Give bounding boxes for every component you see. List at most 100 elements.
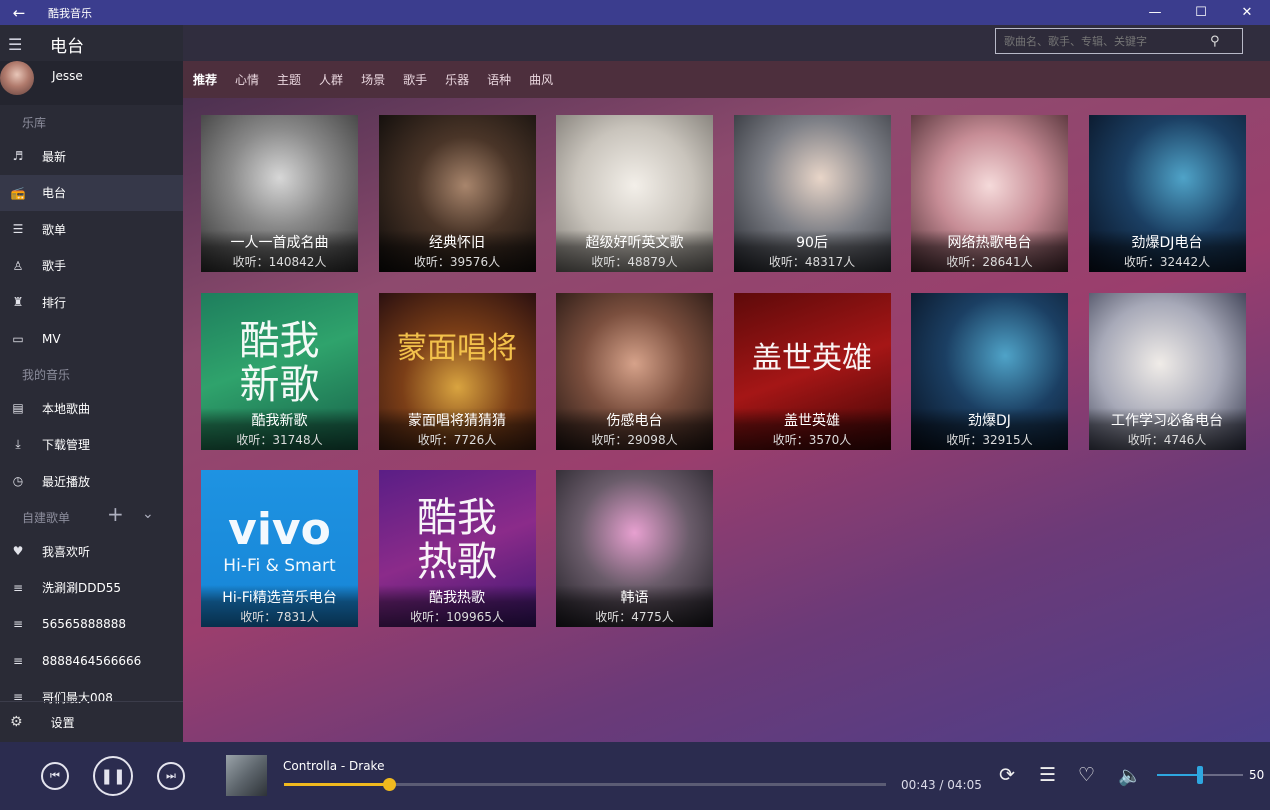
radio-card[interactable]: 工作学习必备电台 收听：4746人: [1088, 292, 1246, 450]
user-profile[interactable]: Jesse: [0, 61, 183, 105]
time-display: 00:43 / 04:05: [901, 778, 982, 792]
radio-card[interactable]: 超级好听英文歌 收听：48879人: [556, 115, 713, 272]
card-listen-count: 收听：140842人: [232, 255, 327, 269]
tab-item[interactable]: 语种: [487, 71, 511, 88]
card-listen-count: 收听：7831人: [240, 610, 319, 624]
sidebar-item[interactable]: ▤ 本地歌曲: [0, 390, 183, 426]
window-controls: — ☐ ✕: [1132, 0, 1270, 25]
volume-slider[interactable]: [1157, 766, 1243, 784]
card-title: 蒙面唱将猜猜猜: [408, 412, 506, 429]
tab-item[interactable]: 心情: [235, 71, 259, 88]
settings-item[interactable]: ⚙ 设置: [0, 701, 183, 742]
card-artwork-subtext: Hi-Fi & Smart: [223, 556, 336, 576]
card-title: 经典怀旧: [429, 235, 485, 251]
queue-icon[interactable]: ☰: [1039, 764, 1056, 786]
volume-icon[interactable]: 🔈: [1118, 764, 1142, 787]
sidebar-item[interactable]: ☰ 歌单: [0, 211, 183, 247]
sidebar-item[interactable]: ⤓ 下载管理: [0, 427, 183, 463]
back-button[interactable]: ←: [0, 0, 38, 25]
heart-icon[interactable]: ♡: [1078, 764, 1095, 786]
card-title: 网络热歌电台: [947, 235, 1032, 251]
app-title: 酷我音乐: [48, 6, 92, 20]
singer-icon: ♙: [12, 258, 24, 273]
card-listen-count: 收听：39576人: [413, 255, 501, 269]
radio-card[interactable]: vivo Hi-Fi & Smart Hi-Fi精选音乐电台 收听：7831人: [201, 470, 358, 627]
sidebar-item-label: 本地歌曲: [42, 401, 91, 416]
tab-item[interactable]: 歌手: [403, 71, 427, 88]
gear-icon: ⚙: [10, 714, 23, 730]
sidebar-item[interactable]: ♙ 歌手: [0, 248, 183, 284]
settings-label: 设置: [50, 715, 75, 730]
radio-card[interactable]: 韩语 收听：4775人: [556, 470, 713, 627]
list-icon: ≡: [12, 617, 24, 632]
sidebar-item[interactable]: ≡ 56565888888: [0, 606, 183, 642]
progress-handle[interactable]: [383, 778, 397, 791]
card-title: 劲爆DJ电台: [1131, 235, 1203, 251]
tab-item[interactable]: 曲风: [529, 71, 553, 88]
minimize-button[interactable]: —: [1132, 0, 1178, 25]
card-listen-count: 收听：7726人: [417, 432, 497, 447]
title-bar: ← 酷我音乐 — ☐ ✕: [0, 0, 1270, 25]
sidebar-item[interactable]: ◷ 最近播放: [0, 463, 183, 499]
progress-bar[interactable]: [284, 778, 886, 791]
sidebar-item[interactable]: ▭ MV: [0, 321, 183, 357]
sidebar-item[interactable]: ♜ 排行: [0, 284, 183, 320]
card-listen-count: 收听：3570人: [772, 432, 852, 447]
card-listen-count: 收听：48879人: [591, 255, 678, 269]
radio-card[interactable]: 网络热歌电台 收听：28641人: [911, 115, 1068, 272]
pause-button[interactable]: ❚❚: [93, 756, 133, 796]
download-icon: ⤓: [15, 437, 21, 452]
radio-icon: 📻: [10, 185, 26, 200]
radio-card[interactable]: 蒙面唱将 蒙面唱将猜猜猜 收听：7726人: [378, 292, 536, 450]
tab-item[interactable]: 主题: [277, 71, 301, 88]
next-button[interactable]: ⏭: [157, 762, 185, 790]
card-listen-count: 收听：32442人: [1123, 255, 1211, 269]
close-button[interactable]: ✕: [1224, 0, 1270, 25]
maximize-button[interactable]: ☐: [1178, 0, 1224, 25]
prev-button[interactable]: ⏮: [41, 762, 69, 790]
search-input[interactable]: [996, 34, 1210, 48]
search-box[interactable]: ⚲: [995, 28, 1243, 54]
chevron-down-icon[interactable]: ⌄: [142, 506, 154, 522]
card-title: Hi-Fi精选音乐电台: [222, 590, 337, 606]
sidebar-item-label: 最新: [42, 149, 67, 164]
album-thumbnail[interactable]: [226, 755, 267, 796]
list-icon: ≡: [12, 580, 24, 595]
add-playlist-icon[interactable]: +: [107, 502, 124, 526]
tab-item[interactable]: 乐器: [445, 71, 469, 88]
tab-item[interactable]: 人群: [319, 71, 343, 88]
sidebar-item-label: 下载管理: [42, 438, 91, 453]
radio-card[interactable]: 伤感电台 收听：29098人: [556, 292, 713, 450]
radio-card[interactable]: 劲爆DJ 收听：32915人: [911, 292, 1068, 450]
playlist-icon: ☰: [12, 222, 24, 237]
header: 电台 ⚲: [50, 25, 1270, 61]
sidebar-item[interactable]: ≡ 8888464566666: [0, 643, 183, 679]
repeat-icon[interactable]: ⟳: [999, 764, 1015, 786]
sidebar-item[interactable]: 📻 电台: [0, 174, 183, 211]
sidebar-item[interactable]: ♬ 最新: [0, 138, 183, 174]
radio-card[interactable]: 90后 收听：48317人: [733, 115, 891, 272]
prev-icon: ⏮: [50, 769, 60, 782]
tab-item[interactable]: 推荐: [193, 71, 217, 88]
sidebar-item[interactable]: ♥ 我喜欢听: [0, 533, 183, 569]
avatar[interactable]: [0, 61, 34, 95]
card-title: 盖世英雄: [784, 412, 840, 429]
radio-card[interactable]: 劲爆DJ电台 收听：32442人: [1088, 115, 1246, 272]
radio-card[interactable]: 经典怀旧收听：39576人: [378, 115, 536, 272]
mv-icon: ▭: [12, 332, 24, 346]
radio-card[interactable]: 酷我 热歌 酷我热歌 收听：109965人: [378, 470, 536, 627]
radio-card[interactable]: 酷我 新歌 酷我新歌 收听：31748人: [201, 292, 358, 450]
radio-card[interactable]: 盖世英雄 盖世英雄 收听：3570人: [733, 292, 891, 450]
hamburger-menu-icon[interactable]: ☰: [8, 35, 22, 54]
back-arrow-icon: ←: [12, 3, 26, 22]
card-listen-count: 收听：28641人: [946, 255, 1033, 269]
category-tabs: 推荐 心情 主题 人群 场景 歌手 乐器 语种 曲风: [183, 61, 1270, 98]
sidebar-item[interactable]: ≡ 洗涮涮DDD55: [0, 570, 183, 606]
tab-item[interactable]: 场景: [361, 71, 385, 88]
progress-fill: [284, 783, 390, 786]
volume-handle[interactable]: [1197, 766, 1203, 784]
radio-card[interactable]: 一人一首成名曲 收听：140842人: [201, 115, 358, 272]
card-artwork-text: 酷我 热歌: [417, 495, 497, 585]
search-icon[interactable]: ⚲: [1210, 34, 1220, 49]
card-title: 超级好听英文歌: [585, 235, 684, 251]
